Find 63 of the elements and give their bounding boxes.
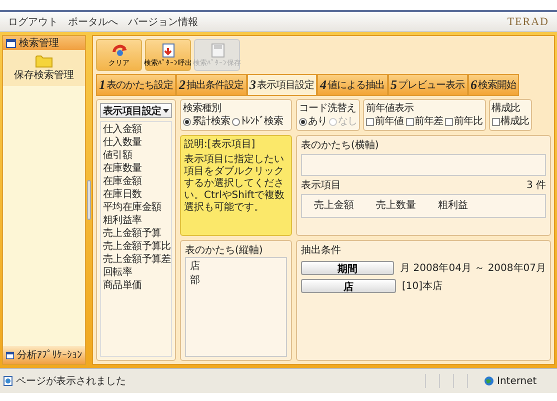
item-count: 3 件 bbox=[526, 179, 546, 192]
status-message: ページが表示されました bbox=[16, 374, 127, 388]
security-zone: Internet bbox=[497, 376, 537, 386]
display-item[interactable]: 売上数量 bbox=[376, 198, 416, 214]
radio-option[interactable]: 累計検索 bbox=[183, 115, 230, 128]
list-item[interactable]: 売上金額予算差 bbox=[103, 253, 169, 266]
menu-link[interactable]: ポータルへ bbox=[68, 14, 118, 28]
checkbox-option[interactable]: 前年比 bbox=[445, 115, 482, 128]
note-title: 説明:[表示項目] bbox=[184, 139, 256, 151]
axis-item[interactable]: 店 bbox=[190, 260, 282, 274]
menu-link[interactable]: バージョン情報 bbox=[128, 14, 198, 28]
list-item[interactable]: 仕入数量 bbox=[103, 136, 169, 149]
list-item[interactable]: 在庫日数 bbox=[103, 188, 169, 201]
step-tab[interactable]: 6検索開始 bbox=[468, 74, 519, 96]
caret-icon bbox=[163, 108, 169, 112]
folder-icon bbox=[35, 54, 53, 68]
step-tab[interactable]: 5プレビュー表示 bbox=[388, 74, 468, 96]
display-item[interactable]: 粗利益 bbox=[438, 198, 468, 214]
list-item[interactable]: 平均在庫金額 bbox=[103, 201, 169, 214]
window-icon bbox=[6, 38, 16, 48]
group-title: 検索種別 bbox=[183, 102, 222, 115]
checkbox-option[interactable]: 構成比 bbox=[492, 115, 529, 128]
step-tab[interactable]: 4値による抽出 bbox=[317, 74, 388, 96]
step-tab[interactable]: 2抽出条件設定 bbox=[176, 74, 246, 96]
group-title: 前年値表示 bbox=[366, 102, 415, 115]
axis-item[interactable]: 部 bbox=[190, 274, 282, 288]
list-item[interactable]: 値引額 bbox=[103, 149, 169, 162]
panel-title: 表のかたち(横軸) bbox=[301, 139, 380, 152]
condition-button[interactable]: 店 bbox=[301, 279, 396, 293]
display-item[interactable]: 売上金額 bbox=[314, 198, 354, 214]
list-item[interactable]: 粗利益率 bbox=[103, 214, 169, 227]
list-item[interactable]: 売上金額予算 bbox=[103, 227, 169, 240]
menu-link[interactable]: ログアウト bbox=[8, 14, 58, 28]
condition-value: 月 2008年04月 ～ 2008年07月 bbox=[400, 262, 546, 275]
condition-value: [10]本店 bbox=[402, 280, 443, 293]
globe-icon bbox=[484, 376, 494, 386]
list-item[interactable]: 在庫数量 bbox=[103, 162, 169, 175]
condition-button[interactable]: 期間 bbox=[301, 261, 394, 275]
logo: TERAD bbox=[507, 16, 549, 28]
group-title: 構成比 bbox=[492, 102, 521, 115]
list-item[interactable]: 回転率 bbox=[103, 266, 169, 279]
list-item[interactable]: 在庫金額 bbox=[103, 175, 169, 188]
checkbox-option[interactable]: 前年値 bbox=[366, 115, 404, 128]
item-dropdown[interactable]: 表示項目設定 bbox=[100, 103, 172, 118]
list-item[interactable]: 売上金額予算比 bbox=[103, 240, 169, 253]
checkbox-option[interactable]: 前年差 bbox=[406, 115, 443, 128]
list-item[interactable]: 商品単価 bbox=[103, 279, 169, 292]
radio-option[interactable]: ﾄﾚﾝﾄﾞ検索 bbox=[232, 115, 283, 128]
list-item[interactable]: 仕入金額 bbox=[103, 123, 169, 136]
panel-title: 表示項目 bbox=[301, 178, 341, 192]
window-icon bbox=[6, 350, 14, 360]
document-icon bbox=[160, 42, 176, 58]
sidebar-title: 検索管理 bbox=[19, 36, 59, 50]
step-tab[interactable]: 3表示項目設定 bbox=[246, 74, 317, 96]
page-icon bbox=[3, 376, 13, 386]
panel-title: 抽出条件 bbox=[301, 244, 342, 257]
step-tab[interactable]: 1表のかたち設定 bbox=[96, 74, 176, 96]
radio-option[interactable]: あり bbox=[299, 115, 327, 128]
splitter-handle[interactable] bbox=[87, 180, 91, 220]
panel-title: 表のかたち(縦軸) bbox=[185, 244, 264, 257]
group-title: コード洗替え bbox=[299, 102, 357, 115]
note-text: 表示項目に指定したい項目をダブルクリックするか選択してください。CtrlやShiftで複数選択も可能です。 bbox=[184, 154, 286, 214]
refresh-icon bbox=[110, 42, 128, 58]
